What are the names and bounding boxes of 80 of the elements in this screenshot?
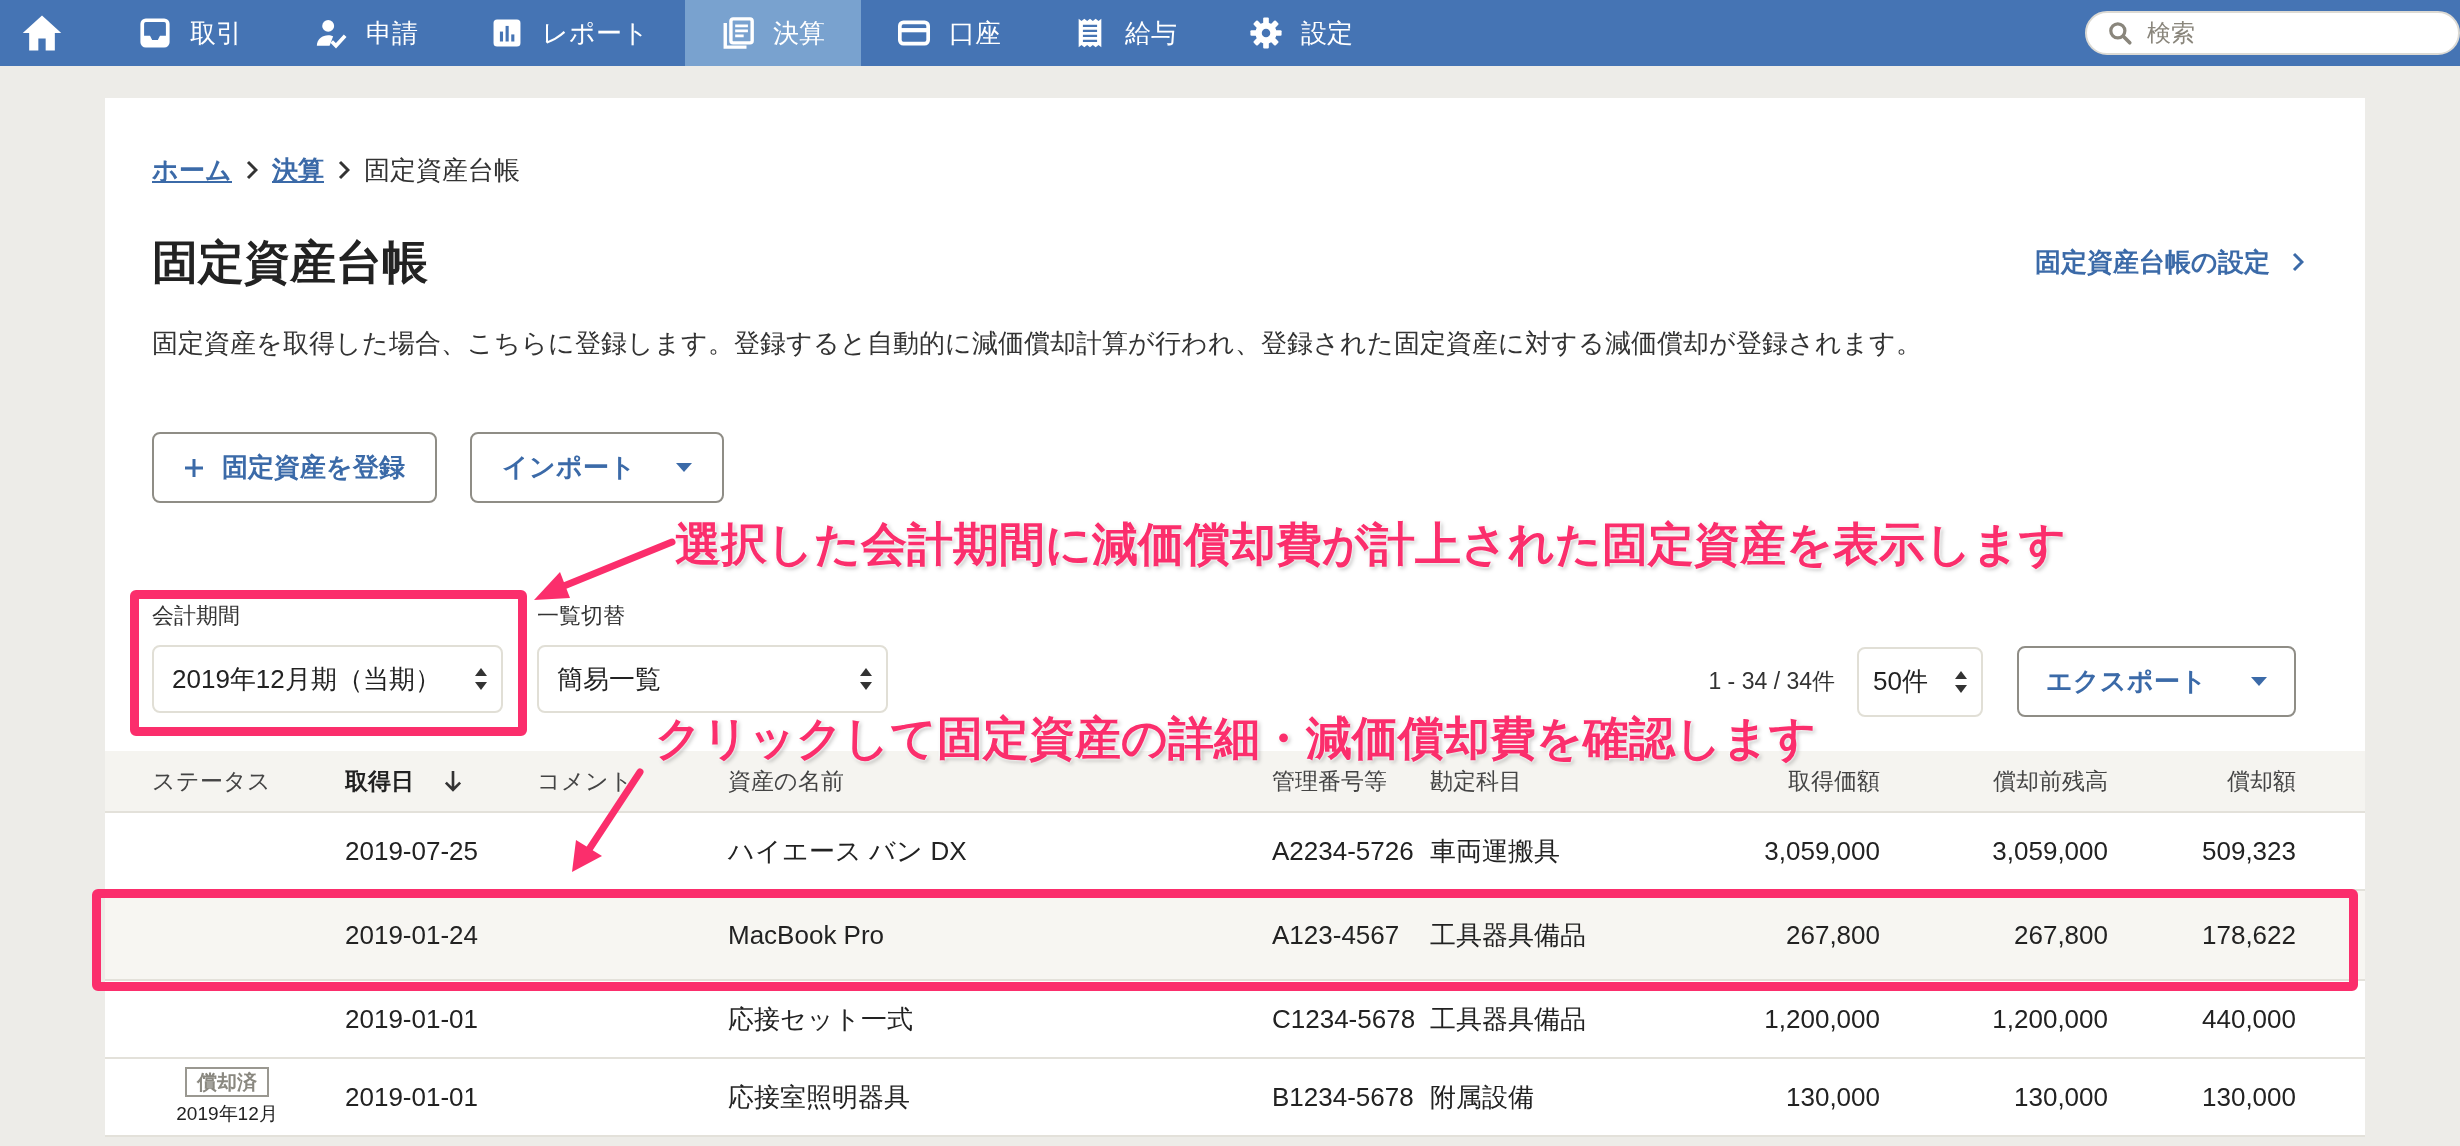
table-cell: 267,800 (1786, 919, 1880, 951)
sort-arrow-down-icon (444, 770, 462, 792)
status-badge: 償却済 (185, 1067, 269, 1097)
breadcrumb-link[interactable]: ホーム (152, 152, 232, 188)
column-header[interactable]: 償却額 (2227, 765, 2296, 797)
search-icon (2107, 20, 2133, 46)
annotation-text: クリックして固定資産の詳細・減価償却費を確認します (655, 710, 1816, 767)
plus-icon (184, 457, 204, 478)
table-cell-text: MacBook Pro (728, 919, 886, 951)
table-cell: 1,200,000 (1992, 1003, 2108, 1035)
table-row[interactable]: 2019-01-01 応接セット一式 C1234-5678 工具器具備品 1,200,000 1,200,000 440,000 (105, 981, 2365, 1059)
select-field[interactable]: 2019年12月期（当期） (152, 645, 503, 713)
select-arrows-icon (860, 668, 872, 690)
column-header[interactable]: ステータス (152, 765, 345, 797)
settings-link[interactable]: 固定資産台帳の設定 (2035, 244, 2304, 280)
breadcrumb-link[interactable]: 決算 (272, 152, 324, 188)
table-cell-text: 応接室照明器具 (728, 1080, 911, 1114)
column-header[interactable]: 取得価額 (1788, 765, 1880, 797)
table-row[interactable]: 償却済 2019年12月 2019-01-01 応接室照明器具 B1234-5678 附属設備 130,000 130,000 130,000 (105, 1059, 2365, 1137)
table-cell-text: 2019-07-25 (345, 835, 479, 867)
inbox-tray-icon (138, 16, 172, 50)
table-cell-text: A2234-5726 (1272, 835, 1415, 867)
table-cell: 130,000 (1786, 1081, 1880, 1113)
caret-icon (676, 462, 692, 473)
table-cell-text: C1234-5678 (1272, 1003, 1417, 1035)
search-field[interactable]: 検索 (2085, 11, 2460, 55)
table-cell: 178,622 (2202, 919, 2296, 951)
annotation-text: 選択した会計期間に減価償却費が計上された固定資産を表示します (675, 516, 2066, 573)
nav-tab[interactable]: 申請 (278, 0, 454, 66)
status-date: 2019年12月 (176, 1102, 278, 1126)
column-header[interactable]: 取得日 (345, 765, 537, 797)
table-cell: 3,059,000 (1764, 835, 1880, 867)
filter-label: 会計期間 (152, 602, 241, 630)
per-page-select[interactable]: 50件 (1857, 646, 1983, 717)
nav-tab[interactable]: 設定 (1213, 0, 1389, 66)
column-header[interactable]: コメント (537, 765, 728, 797)
table-cell: 130,000 (2202, 1081, 2296, 1113)
table-row[interactable]: 2019-01-24 MacBook Pro A123-4567 工具器具備品 267,800 267,800 178,622 (105, 891, 2365, 981)
nav-tab[interactable]: 給与 (1037, 0, 1213, 66)
column-header[interactable]: 資産の名前 (728, 765, 1272, 797)
table-cell: 130,000 (2014, 1081, 2108, 1113)
table-cell-text: 2019-01-24 (345, 919, 479, 951)
breadcrumb-current: 固定資産台帳 (364, 153, 520, 187)
chevron-right-icon (2292, 252, 2304, 272)
document-icon (721, 16, 755, 50)
import-button[interactable]: インポート (470, 432, 724, 503)
table-cell-text: 2019-01-01 (345, 1081, 479, 1113)
table-cell-text: 工具器具備品 (1430, 918, 1587, 952)
page-title: 固定資産台帳 (152, 235, 428, 290)
column-header[interactable]: 償却前残高 (1993, 765, 2108, 797)
table-cell: 3,059,000 (1992, 835, 2108, 867)
nav-tab[interactable]: レポート (454, 0, 685, 66)
table-cell: 509,323 (2202, 835, 2296, 867)
table-cell-text: 工具器具備品 (1430, 1002, 1587, 1036)
column-header[interactable]: 管理番号等 (1272, 765, 1430, 797)
export-button[interactable]: エクスポート (2017, 646, 2296, 717)
caret-icon (2251, 676, 2267, 687)
nav-tab[interactable]: 取引 (102, 0, 278, 66)
table-cell-text: 附属設備 (1430, 1080, 1535, 1114)
select-arrows-icon (1955, 670, 1967, 693)
table-cell-text: 車両運搬具 (1430, 834, 1561, 868)
table-cell-text: B1234-5678 (1272, 1081, 1415, 1113)
table-cell-text: 応接セット一式 (728, 1002, 914, 1036)
column-header[interactable]: 勘定科目 (1430, 765, 1680, 797)
table-cell-text: 2019-01-01 (345, 1003, 479, 1035)
filter-label: 一覧切替 (537, 602, 626, 630)
table-cell-text: ハイエース バン DX (728, 834, 968, 868)
settings-icon (1249, 16, 1283, 50)
table-cell-text: A123-4567 (1272, 919, 1401, 951)
table-cell: 1,200,000 (1764, 1003, 1880, 1035)
chevron-right-icon (246, 160, 258, 180)
table-cell: 440,000 (2202, 1003, 2296, 1035)
chevron-right-icon (338, 160, 350, 180)
page-description: 固定資産を取得した場合、こちらに登録します。登録すると自動的に減価償却計算が行われ、登録された固定資産に対する減価償却が登録されます。 (151, 327, 1923, 360)
nav-tab[interactable]: 口座 (861, 0, 1037, 66)
result-count: 1 - 34 / 34件 (1708, 667, 1835, 696)
select-field[interactable]: 簡易一覧 (537, 645, 888, 713)
table-cell: 267,800 (2014, 919, 2108, 951)
register-button[interactable]: 固定資産を登録 (152, 432, 437, 503)
select-arrows-icon (475, 668, 487, 690)
